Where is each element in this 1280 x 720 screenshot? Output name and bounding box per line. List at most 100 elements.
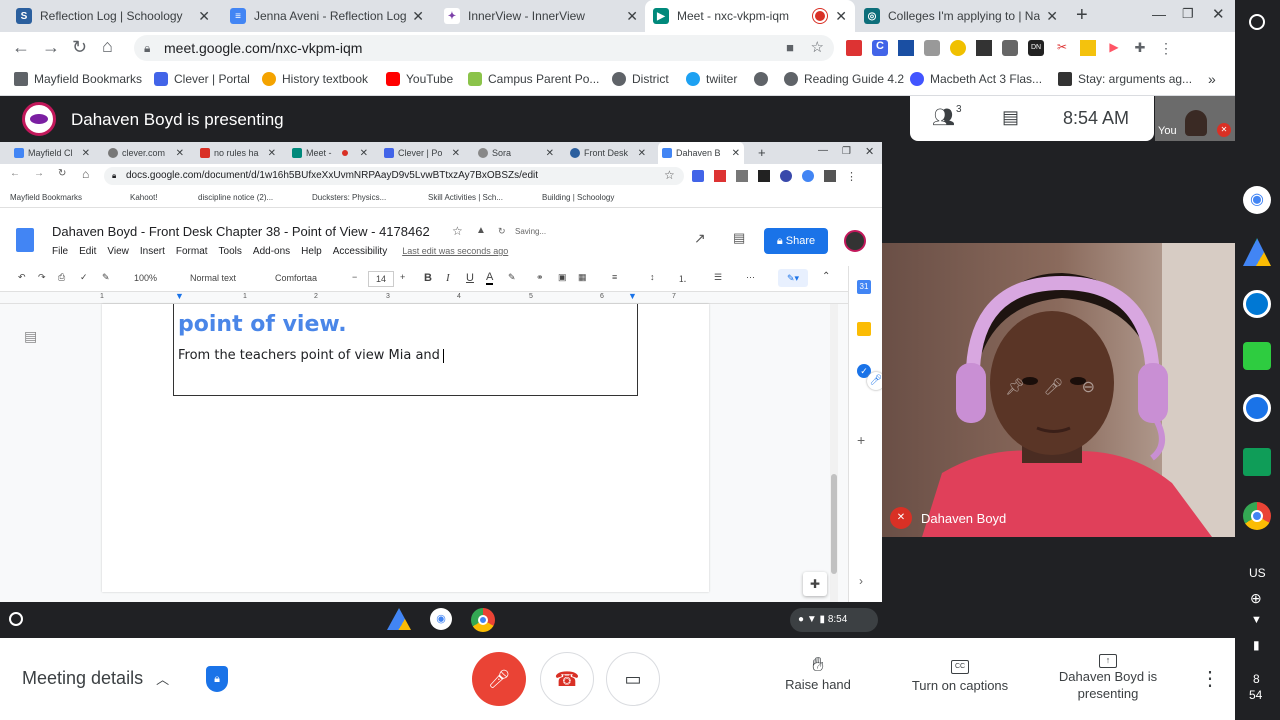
heading-text: point of view. xyxy=(178,312,347,337)
shared-screen: Mayfield Cl ✕ clever.com ✕ no rules ha ✕ Me… xyxy=(0,142,882,602)
tab-title: no rules ha xyxy=(214,148,259,158)
bookmark[interactable]: Stay: arguments ag... xyxy=(1058,64,1192,94)
extension-icon[interactable] xyxy=(1080,40,1096,56)
camera-toggle-button[interactable]: ▭ xyxy=(606,652,660,706)
clever-extension-icon[interactable]: C xyxy=(872,40,888,56)
host-controls-shield-icon[interactable]: 🔒︎ xyxy=(206,666,228,692)
meeting-details-button[interactable]: Meeting details ︿ xyxy=(22,668,169,689)
url-text: meet.google.com/nxc-vkpm-iqm xyxy=(164,40,363,56)
people-icon[interactable]: 👥︎ xyxy=(932,107,955,128)
pin-icon[interactable]: 📌︎ xyxy=(1005,377,1025,397)
chrome-app-icon[interactable] xyxy=(1243,502,1271,530)
globe-icon xyxy=(784,72,798,86)
close-tab-icon[interactable]: ✕ xyxy=(412,8,424,25)
power-app-icon[interactable] xyxy=(1243,394,1271,422)
chat-icon[interactable]: ▤ xyxy=(1002,107,1019,128)
extension-icon[interactable] xyxy=(950,40,966,56)
close-tab-icon[interactable]: ✕ xyxy=(835,8,847,25)
home-icon[interactable]: ⌂ xyxy=(102,36,113,57)
indent-marker-icon: ▼ xyxy=(175,291,184,301)
extensions-puzzle-icon[interactable]: ✚ xyxy=(1132,40,1148,56)
tab-favicon xyxy=(570,148,580,158)
extension-icon[interactable] xyxy=(1002,40,1018,56)
bookmark-folder[interactable]: Mayfield Bookmarks xyxy=(14,64,142,94)
print-icon: ⎙ xyxy=(58,272,66,282)
bookmark[interactable]: District xyxy=(612,64,669,94)
bookmark[interactable]: Reading Guide 4.2 xyxy=(784,64,904,94)
raise-hand-button[interactable]: ✋︎ Raise hand xyxy=(770,654,866,692)
extension-icon xyxy=(802,170,814,182)
mic-off-icon: ✕ xyxy=(1217,123,1231,137)
close-tab-icon[interactable]: ✕ xyxy=(1046,8,1058,25)
meeting-details-label: Meeting details xyxy=(22,668,144,688)
bookmark-label: District xyxy=(632,72,669,86)
camera-app-icon[interactable]: ◉ xyxy=(1243,186,1271,214)
participant-video-tile[interactable]: 📌︎ 🎤︎ ⊖ ✕ Dahaven Boyd xyxy=(882,243,1235,537)
camera-indicator-icon[interactable]: ■ xyxy=(786,35,794,61)
classroom-app-icon[interactable] xyxy=(1243,448,1271,476)
outlook-app-icon[interactable] xyxy=(1243,290,1271,318)
restore-icon[interactable]: ❐ xyxy=(1182,6,1194,22)
close-tab-icon[interactable]: ✕ xyxy=(198,8,210,25)
tab-title: Colleges I'm applying to | Nav xyxy=(888,9,1041,23)
drive-app-icon[interactable] xyxy=(1243,238,1271,266)
self-video-tile[interactable]: You ✕ xyxy=(1155,96,1235,141)
bookmark[interactable]: twiiter xyxy=(686,64,737,94)
back-icon[interactable]: ← xyxy=(12,37,30,58)
minimize-icon[interactable]: — xyxy=(1152,6,1166,22)
recording-indicator-icon xyxy=(815,11,826,21)
reload-icon[interactable]: ↻ xyxy=(72,37,87,58)
address-bar[interactable]: 🔒︎ meet.google.com/nxc-vkpm-iqm ■ ☆ xyxy=(134,35,834,61)
tab-title: Front Desk xyxy=(584,148,629,158)
add-icon[interactable]: ⊕ xyxy=(1250,590,1262,607)
bookmark-label: History textbook xyxy=(282,72,369,86)
bookmark[interactable] xyxy=(754,64,774,94)
video-camera-icon: ▭ xyxy=(624,668,642,689)
extension-icon[interactable]: DN xyxy=(1028,40,1044,56)
bookmark-label: YouTube xyxy=(406,72,454,86)
close-tab-icon[interactable]: ✕ xyxy=(626,8,638,25)
highlight-icon: ✎ xyxy=(508,272,516,282)
extension-icon[interactable] xyxy=(924,40,940,56)
browser-toolbar: ← → ↻ ⌂ 🔒︎ meet.google.com/nxc-vkpm-iqm … xyxy=(0,32,1235,64)
extension-icon[interactable]: ✂ xyxy=(1054,40,1070,56)
star-icon: ☆ xyxy=(664,168,675,182)
input-language[interactable]: US xyxy=(1249,566,1266,580)
bookmark[interactable]: History textbook xyxy=(262,64,368,94)
extension-icon[interactable] xyxy=(976,40,992,56)
new-tab-icon[interactable]: + xyxy=(1076,4,1088,27)
extension-icon[interactable] xyxy=(898,40,914,56)
self-label: You xyxy=(1158,125,1177,137)
tab-title: clever.com xyxy=(122,148,166,158)
captions-button[interactable]: CC Turn on captions xyxy=(900,656,1020,693)
right-indent-marker-icon: ▼ xyxy=(628,291,637,301)
extension-icon[interactable] xyxy=(846,40,862,56)
bookmark[interactable]: Campus Parent Po... xyxy=(468,64,599,94)
browser-tab[interactable]: ✦ InnerView - InnerView ✕ xyxy=(436,0,646,32)
present-now-button[interactable]: ↑ Dahaven Boyd is presenting xyxy=(1054,650,1162,702)
extension-icon[interactable]: ▶ xyxy=(1106,40,1122,56)
more-bookmarks-icon[interactable]: » xyxy=(1208,64,1216,94)
bookmark[interactable]: YouTube xyxy=(386,64,453,94)
chevron-up-icon: ︿ xyxy=(156,672,170,687)
launcher-icon[interactable] xyxy=(1249,14,1265,30)
browser-tab-active[interactable]: ▶ Meet - nxc-vkpm-iqm ✕ xyxy=(645,0,855,32)
forward-icon: → xyxy=(34,168,44,179)
bookmark[interactable]: Macbeth Act 3 Flas... xyxy=(910,64,1042,94)
leave-call-button[interactable]: ☎︎ xyxy=(540,652,594,706)
bookmark[interactable]: Clever | Portal xyxy=(154,64,250,94)
microphone-toggle-button[interactable]: 🎤︎ xyxy=(472,652,526,706)
ruler-mark: 4 xyxy=(457,293,461,300)
menu-icon[interactable]: ⋮ xyxy=(1158,40,1174,56)
more-options-icon[interactable]: ⋮ xyxy=(1200,666,1220,691)
browser-tab[interactable]: ◎ Colleges I'm applying to | Nav ✕ xyxy=(856,0,1066,32)
close-window-icon[interactable]: ✕ xyxy=(1212,5,1225,23)
green-app-icon[interactable] xyxy=(1243,342,1271,370)
forward-icon[interactable]: → xyxy=(42,37,60,58)
browser-tab[interactable]: ≡ Jenna Aveni - Reflection Log - ✕ xyxy=(222,0,432,32)
remove-icon[interactable]: ⊖ xyxy=(1082,377,1095,397)
mute-participant-icon[interactable]: 🎤︎ xyxy=(1043,377,1063,397)
last-edit-link: Last edit was seconds ago xyxy=(402,246,509,256)
browser-tab[interactable]: S Reflection Log | Schoology ✕ xyxy=(8,0,218,32)
bookmark-star-icon[interactable]: ☆ xyxy=(811,35,824,61)
